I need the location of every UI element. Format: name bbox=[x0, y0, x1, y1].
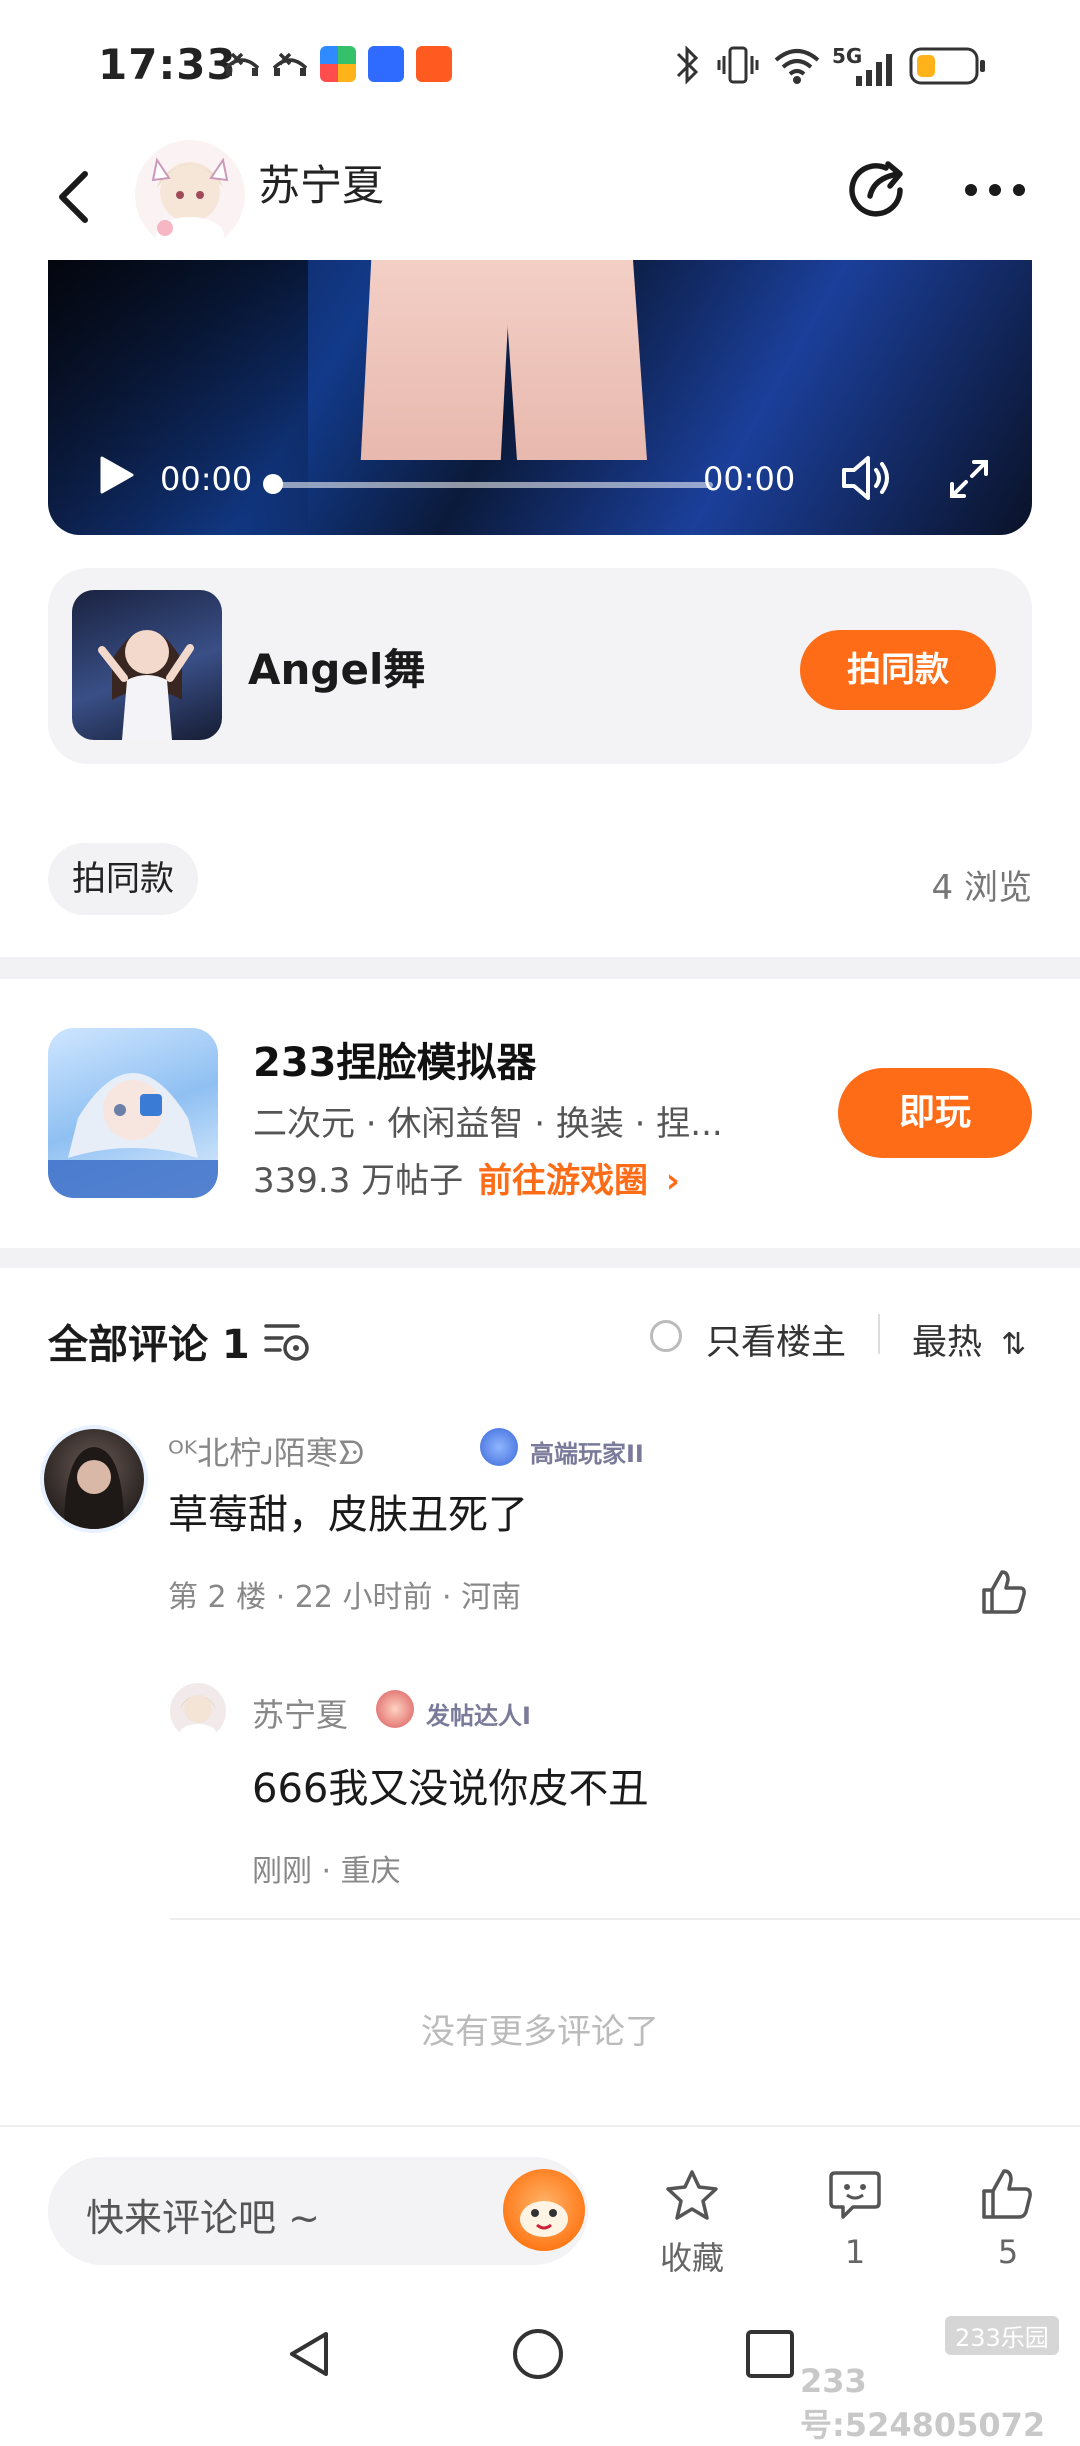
taobao-icon bbox=[416, 46, 452, 82]
video-progress-handle[interactable] bbox=[263, 474, 283, 494]
colorful-app-icon bbox=[320, 46, 356, 82]
reply-avatar[interactable] bbox=[170, 1683, 226, 1739]
nav-home-icon[interactable] bbox=[510, 2326, 566, 2382]
nav-back-icon[interactable] bbox=[282, 2326, 338, 2382]
play-icon[interactable] bbox=[90, 450, 140, 500]
sort-label: 最热 bbox=[912, 1323, 983, 1363]
game-title[interactable]: 233捏脸模拟器 bbox=[253, 1030, 537, 1088]
bluetooth-icon bbox=[676, 45, 699, 85]
back-button[interactable] bbox=[40, 160, 110, 230]
comment-button[interactable]: 1 bbox=[800, 2167, 910, 2271]
template-title: Angel舞 bbox=[248, 645, 426, 694]
game-post-count: 339.3 万帖子 bbox=[253, 1161, 464, 1201]
comment-icon bbox=[829, 2171, 881, 2219]
watermark-logo: 233乐园 bbox=[945, 2316, 1059, 2355]
template-thumbnail bbox=[72, 590, 222, 740]
view-count: 4 浏览 bbox=[931, 868, 1032, 908]
author-name[interactable]: 苏宁夏 bbox=[258, 152, 384, 213]
no-more-comments: 没有更多评论了 bbox=[421, 2012, 659, 2052]
comment-input[interactable]: 快来评论吧 ~ bbox=[48, 2157, 588, 2265]
player-badge-text: 高端玩家II bbox=[530, 1440, 644, 1468]
author-avatar[interactable] bbox=[135, 140, 245, 250]
signal-icon bbox=[856, 54, 892, 86]
comments-title: 全部评论 1 bbox=[48, 1322, 250, 1368]
like-count: 5 bbox=[997, 2233, 1019, 2271]
filter-comments-icon[interactable] bbox=[262, 1318, 312, 1362]
author-badge-text: 发帖达人I bbox=[426, 1702, 531, 1730]
thumbs-up-icon bbox=[982, 2169, 1032, 2219]
favorite-label: 收藏 bbox=[659, 2239, 724, 2277]
reply-user-name[interactable]: 苏宁夏 bbox=[252, 1690, 348, 1736]
star-icon bbox=[666, 2170, 718, 2220]
comment-text: 草莓甜，皮肤丑死了 bbox=[168, 1492, 528, 1538]
more-options-icon[interactable] bbox=[955, 150, 1035, 230]
nav-recents-icon[interactable] bbox=[742, 2326, 798, 2382]
baidu-icon bbox=[368, 46, 404, 82]
status-time: 17:33 bbox=[98, 40, 237, 89]
only-host-radio[interactable] bbox=[650, 1320, 682, 1352]
template-card[interactable]: Angel舞 拍同款 bbox=[48, 568, 1032, 764]
post-tag[interactable]: 拍同款 bbox=[48, 843, 198, 915]
sort-icon: ⇅ bbox=[1001, 1327, 1027, 1362]
mascot-emoji-icon[interactable] bbox=[503, 2169, 585, 2251]
missed-call-icon bbox=[224, 52, 260, 76]
game-circle-link-label: 前往游戏圈 bbox=[478, 1161, 648, 1201]
commenter-name[interactable]: ᴼᴷ北柠ᴊ陌寒ᗦ bbox=[168, 1428, 364, 1474]
post-header: 苏宁夏 bbox=[0, 130, 1080, 260]
video-current-time: 00:00 bbox=[160, 460, 253, 498]
battery-icon bbox=[909, 47, 985, 85]
comment-count: 1 bbox=[844, 2233, 866, 2271]
share-icon[interactable] bbox=[840, 150, 920, 230]
game-icon[interactable] bbox=[48, 1028, 218, 1198]
section-divider bbox=[0, 1248, 1080, 1268]
wifi-icon bbox=[774, 49, 820, 84]
video-progress-bar[interactable] bbox=[273, 482, 713, 488]
reply-meta: 刚刚 · 重庆 bbox=[252, 1854, 401, 1889]
comment-like-icon[interactable] bbox=[978, 1566, 1030, 1618]
game-tags: 二次元 · 休闲益智 · 换装 · 捏... bbox=[253, 1104, 723, 1144]
reply-separator bbox=[170, 1918, 1080, 1920]
video-player[interactable]: 00:00 00:00 bbox=[48, 260, 1032, 535]
volume-icon[interactable] bbox=[838, 452, 894, 504]
player-badge-icon bbox=[480, 1428, 518, 1466]
like-button[interactable]: 5 bbox=[953, 2167, 1063, 2271]
author-badge-icon bbox=[376, 1690, 414, 1728]
favorite-button[interactable]: 收藏 bbox=[637, 2167, 747, 2279]
commenter-avatar[interactable] bbox=[40, 1425, 148, 1533]
comment-input-placeholder: 快来评论吧 ~ bbox=[86, 2196, 320, 2240]
chevron-right-icon: › bbox=[665, 1161, 680, 1201]
play-now-button[interactable]: 即玩 bbox=[838, 1068, 1032, 1158]
status-bar: 17:33 5G bbox=[0, 0, 1080, 130]
missed-call-icon bbox=[272, 52, 308, 76]
header-separator bbox=[878, 1314, 880, 1354]
make-same-button[interactable]: 拍同款 bbox=[800, 630, 996, 710]
bottom-action-bar: 快来评论吧 ~ 收藏 1 5 bbox=[0, 2125, 1080, 2297]
reply-text: 666我又没说你皮不丑 bbox=[252, 1766, 649, 1812]
only-host-label[interactable]: 只看楼主 bbox=[706, 1314, 846, 1365]
sort-selector[interactable]: 最热 ⇅ bbox=[912, 1314, 1026, 1365]
comment-meta: 第 2 楼 · 22 小时前 · 河南 bbox=[168, 1580, 522, 1615]
game-circle-link[interactable]: 前往游戏圈 › bbox=[478, 1153, 680, 1202]
watermark-text: 233号:524805072 bbox=[800, 2362, 1046, 2444]
section-divider bbox=[0, 957, 1080, 979]
video-duration: 00:00 bbox=[703, 460, 796, 498]
vibrate-icon bbox=[717, 46, 759, 84]
fullscreen-icon[interactable] bbox=[946, 456, 992, 502]
